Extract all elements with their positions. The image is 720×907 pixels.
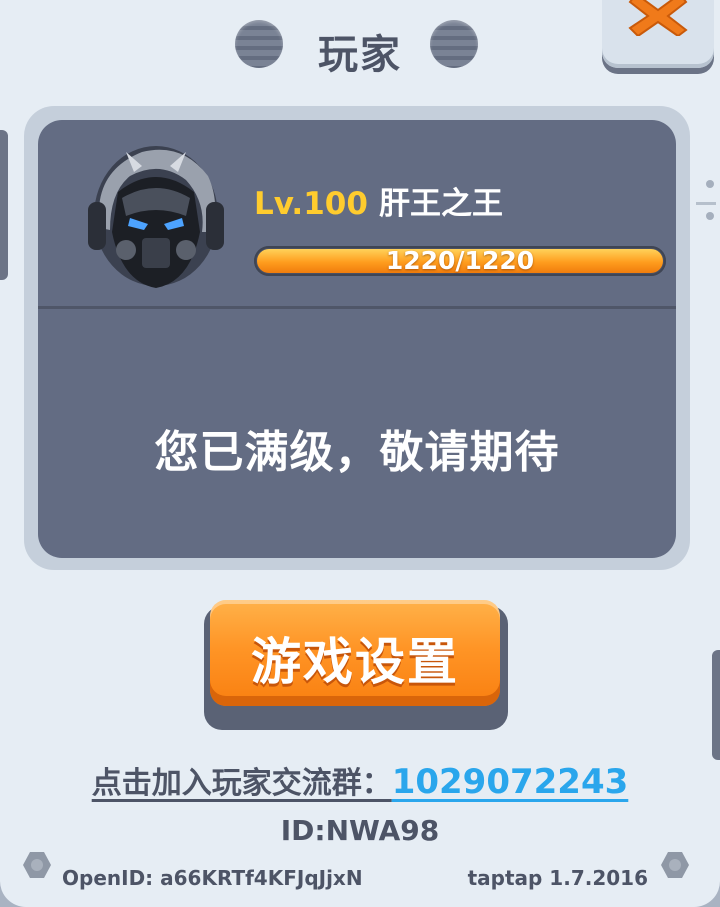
app-version: taptap 1.7.2016 — [467, 866, 648, 890]
game-settings-label: 游戏设置 — [251, 633, 459, 691]
player-id: ID:NWA98 — [280, 814, 440, 847]
title-ornament-icon — [430, 20, 478, 68]
xp-progress-text: 1220/1220 — [385, 246, 535, 275]
close-x-icon — [628, 0, 688, 36]
player-info-card: Lv.100 肝王之王 1220/1220 您已满级，敬请期待 — [24, 106, 690, 570]
divider — [38, 306, 676, 309]
max-level-message: 您已满级，敬请期待 — [154, 427, 560, 478]
side-rail — [696, 180, 720, 226]
open-id: OpenID: a66KRTf4KFJqJjxN — [62, 866, 363, 890]
bolt-icon — [22, 850, 52, 880]
robot-avatar-icon[interactable] — [82, 132, 230, 292]
player-name: 肝王之王 — [379, 186, 504, 222]
game-settings-button[interactable]: 游戏设置 — [210, 600, 500, 706]
bolt-icon — [660, 850, 690, 880]
xp-progress-bar: 1220/1220 — [254, 246, 666, 276]
panel-edge — [0, 130, 8, 280]
player-dialog: 玩家 Lv.100 肝王之王 1220/1220 您已满级，敬请期待 游戏设置 … — [0, 0, 720, 907]
player-info-inner: Lv.100 肝王之王 1220/1220 您已满级，敬请期待 — [38, 120, 676, 558]
close-button[interactable] — [602, 0, 714, 68]
join-group-label[interactable]: 点击加入玩家交流群： — [92, 766, 392, 801]
player-level: Lv.100 — [254, 186, 368, 222]
panel-edge — [712, 650, 720, 760]
settings-button-base: 游戏设置 — [204, 600, 508, 730]
group-number-link[interactable]: 1029072243 — [392, 762, 629, 802]
player-level-line: Lv.100 肝王之王 — [254, 178, 503, 223]
join-group-link[interactable]: 点击加入玩家交流群：1029072243 — [0, 758, 720, 802]
